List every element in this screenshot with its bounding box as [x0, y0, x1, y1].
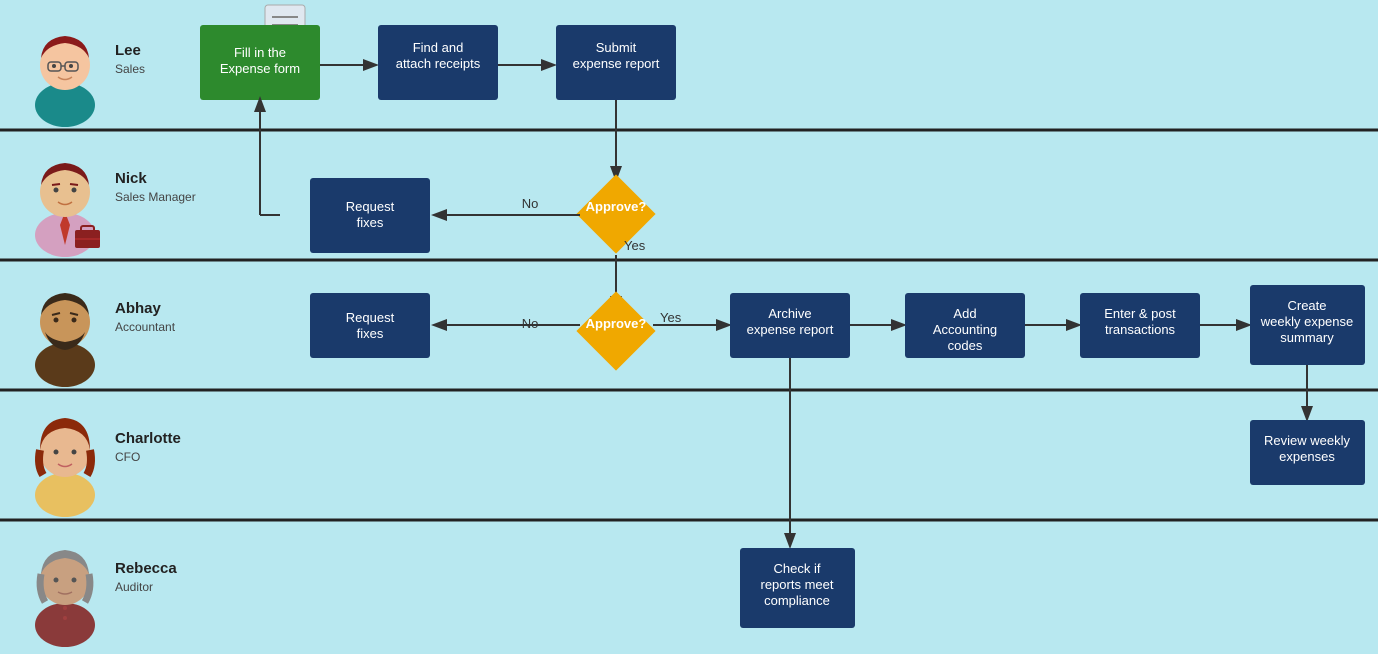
actor-role-charlotte: CFO [115, 450, 140, 464]
lane-charlotte-bg [0, 390, 1378, 520]
actor-role-abhay: Accountant [115, 320, 176, 334]
actor-role-nick: Sales Manager [115, 190, 196, 204]
check-compliance-label-3: compliance [764, 593, 830, 608]
review-weekly-label-2: expenses [1279, 449, 1335, 464]
fill-expense-form-label-1: Fill in the [234, 45, 286, 60]
archive-expense-label-1: Archive [768, 306, 811, 321]
add-accounting-label-1: Add [953, 306, 976, 321]
create-weekly-label-2: weekly expense [1260, 314, 1354, 329]
approve-nick-label-1: Approve? [586, 199, 647, 214]
no-label-abhay: No [522, 316, 539, 331]
actor-name-abhay: Abhay [115, 300, 162, 317]
request-fixes-nick-label-2: fixes [357, 215, 384, 230]
request-fixes-nick-label-1: Request [346, 199, 395, 214]
submit-expense-label-1: Submit [596, 40, 637, 55]
actor-name-nick: Nick [115, 170, 147, 187]
fill-expense-form-label-2: Expense form [220, 61, 300, 76]
no-label-nick: No [522, 196, 539, 211]
archive-expense-label-2: expense report [747, 322, 834, 337]
create-weekly-label-3: summary [1280, 330, 1334, 345]
check-compliance-label-2: reports meet [761, 577, 834, 592]
actor-role-rebecca: Auditor [115, 580, 153, 594]
lane-rebecca-bg [0, 520, 1378, 654]
actor-name-charlotte: Charlotte [115, 430, 181, 447]
submit-expense-label-2: expense report [573, 56, 660, 71]
request-fixes-abhay-label-2: fixes [357, 326, 384, 341]
lane-nick-bg [0, 130, 1378, 260]
create-weekly-label-1: Create [1287, 298, 1326, 313]
request-fixes-abhay-label-1: Request [346, 310, 395, 325]
actor-role-lee: Sales [115, 62, 145, 76]
avatar-rebecca [35, 550, 95, 647]
check-compliance-label-1: Check if [774, 561, 821, 576]
review-weekly-label-1: Review weekly [1264, 433, 1350, 448]
enter-post-label-1: Enter & post [1104, 306, 1176, 321]
actor-name-rebecca: Rebecca [115, 560, 177, 577]
avatar-charlotte [35, 418, 95, 517]
yes-label-nick: Yes [624, 238, 646, 253]
actor-name-lee: Lee [115, 42, 141, 59]
yes-label-abhay: Yes [660, 310, 682, 325]
add-accounting-label-3: codes [948, 338, 983, 353]
find-attach-label-1: Find and [413, 40, 464, 55]
enter-post-label-2: transactions [1105, 322, 1176, 337]
find-attach-label-2: attach receipts [396, 56, 481, 71]
approve-abhay-label: Approve? [586, 316, 647, 331]
add-accounting-label-2: Accounting [933, 322, 997, 337]
